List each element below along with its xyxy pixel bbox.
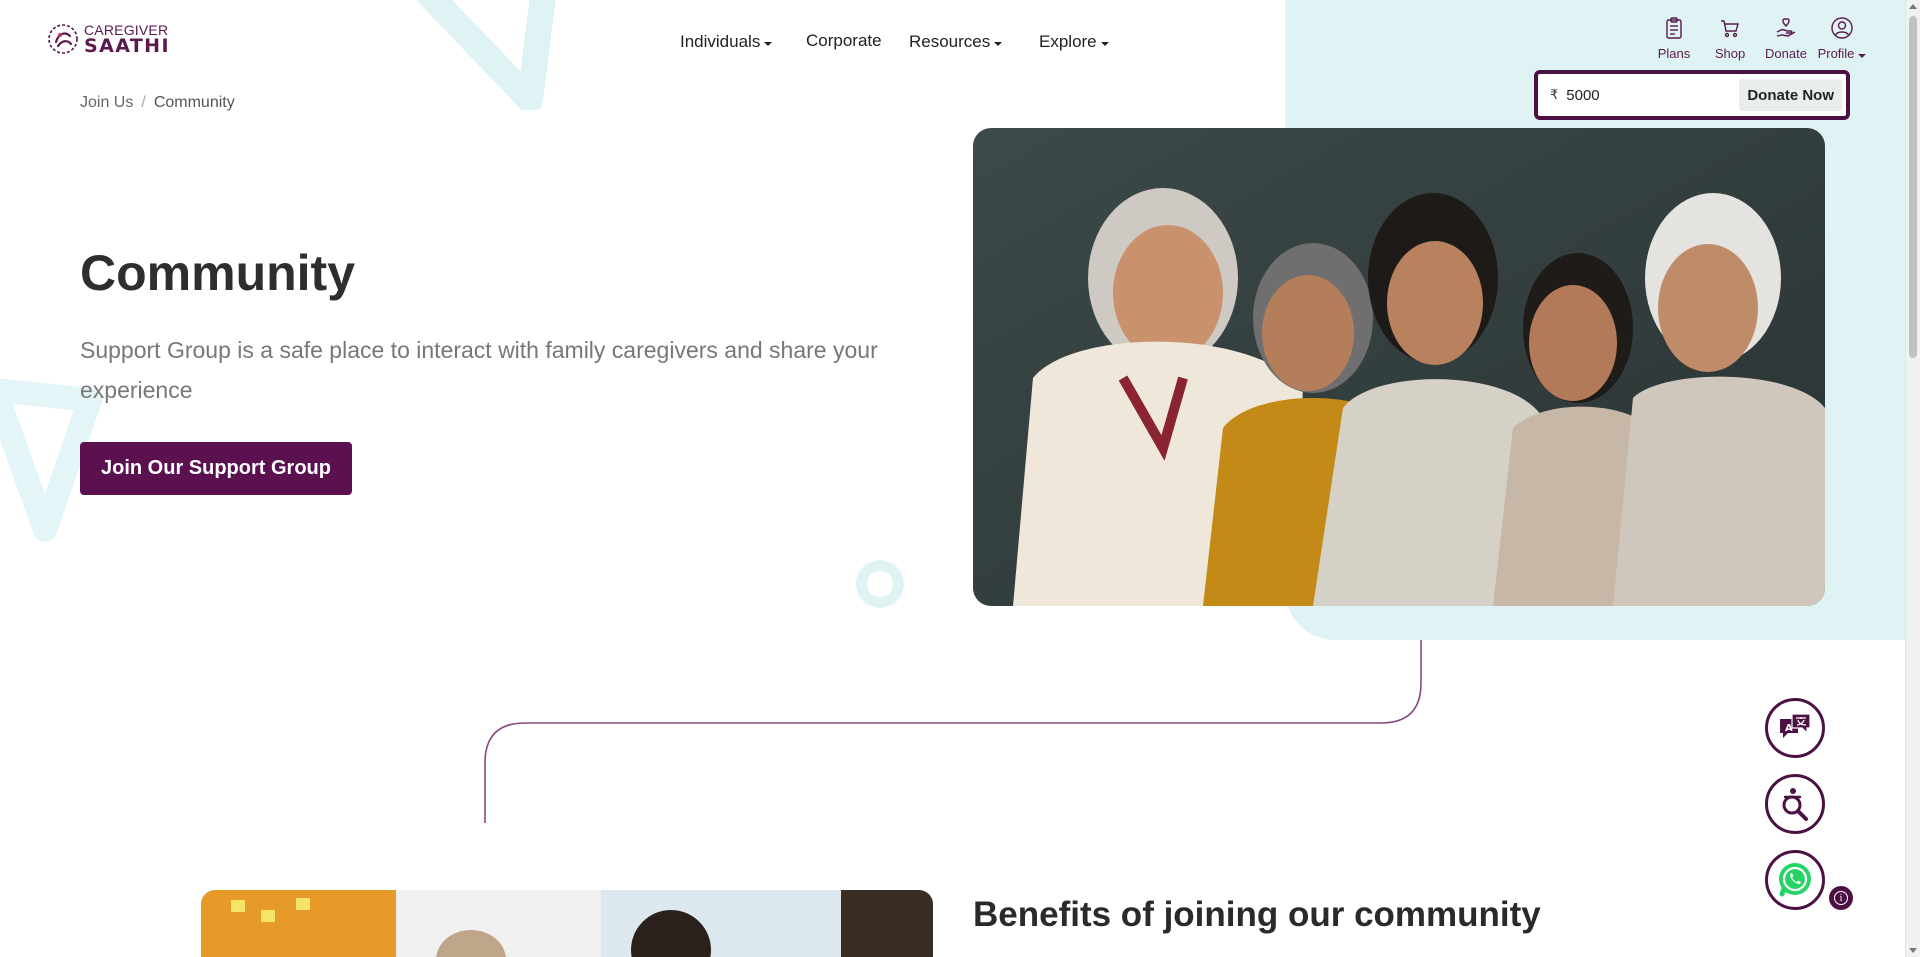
header-actions: Plans Shop Donate Profile xyxy=(1646,16,1870,61)
hero-photo-illustration xyxy=(973,128,1825,606)
scroll-down-icon[interactable] xyxy=(1909,948,1917,953)
donate-label: Donate xyxy=(1765,46,1807,61)
caret-down-icon xyxy=(1100,42,1109,46)
shop-label: Shop xyxy=(1714,46,1746,61)
caret-down-icon xyxy=(994,42,1003,46)
nav-item-resources[interactable]: Resources xyxy=(909,32,1003,52)
page-scrollbar[interactable] xyxy=(1905,0,1920,957)
nav-item-label: Individuals xyxy=(680,32,761,51)
accessibility-button[interactable] xyxy=(1765,774,1825,834)
scrollbar-thumb[interactable] xyxy=(1909,16,1917,358)
plans-link[interactable]: Plans xyxy=(1646,16,1702,61)
quick-donate-form: ₹ Donate Now xyxy=(1534,70,1850,120)
logo-mark-icon xyxy=(48,24,78,54)
plans-label: Plans xyxy=(1657,46,1691,61)
clipboard-icon xyxy=(1666,17,1682,39)
nav-item-label: Explore xyxy=(1039,32,1097,51)
breadcrumb-current: Community xyxy=(153,94,235,111)
decor-triangle-top xyxy=(416,0,556,110)
breadcrumb-separator: / xyxy=(141,94,146,111)
nav-item-label: Corporate xyxy=(806,31,882,50)
donate-link[interactable]: Donate xyxy=(1758,16,1814,61)
logo-bottom-text: SAATHI xyxy=(84,34,170,57)
group-of-smiling-women-photo xyxy=(973,128,1825,606)
nav-item-label: Resources xyxy=(909,32,991,51)
translate-icon: A xyxy=(1780,713,1811,738)
nav-item-corporate[interactable]: Corporate xyxy=(806,31,882,51)
info-icon[interactable]: i xyxy=(1829,886,1853,910)
join-support-group-button[interactable]: Join Our Support Group xyxy=(80,442,352,495)
page-title: Community xyxy=(80,245,355,301)
brand-logo[interactable]: CAREGIVER SAATHI xyxy=(46,22,170,56)
donate-hand-heart-icon xyxy=(1776,18,1796,37)
info-badge-text: i xyxy=(1834,891,1848,905)
donate-amount-input[interactable] xyxy=(1566,86,1737,104)
office-photo-illustration xyxy=(201,890,933,957)
user-icon xyxy=(1831,17,1853,39)
hero-subtitle: Support Group is a safe place to interac… xyxy=(80,337,878,403)
profile-menu[interactable]: Profile xyxy=(1814,16,1870,61)
cart-icon xyxy=(1721,20,1739,38)
profile-label-text: Profile xyxy=(1817,46,1855,61)
caret-down-icon xyxy=(764,42,773,46)
accessibility-search-icon xyxy=(1782,788,1808,821)
office-team-photo xyxy=(201,890,933,957)
whatsapp-icon xyxy=(1779,863,1811,897)
benefits-heading: Benefits of joining our community xyxy=(973,895,1541,934)
nav-item-individuals[interactable]: Individuals xyxy=(680,32,773,52)
breadcrumb: Join Us / Community xyxy=(80,94,235,112)
profile-label: Profile xyxy=(1818,46,1867,61)
whatsapp-button[interactable] xyxy=(1765,850,1825,910)
translate-button[interactable]: A xyxy=(1765,698,1825,758)
section-connector-line xyxy=(484,640,1422,823)
rupee-symbol: ₹ xyxy=(1550,87,1559,103)
donate-now-button[interactable]: Donate Now xyxy=(1739,79,1842,111)
caret-down-icon xyxy=(1858,53,1867,58)
breadcrumb-link-join-us[interactable]: Join Us xyxy=(80,94,133,112)
scroll-up-icon[interactable] xyxy=(1909,4,1917,9)
nav-item-explore[interactable]: Explore xyxy=(1039,32,1109,52)
decor-ring xyxy=(856,560,904,608)
shop-link[interactable]: Shop xyxy=(1702,16,1758,61)
